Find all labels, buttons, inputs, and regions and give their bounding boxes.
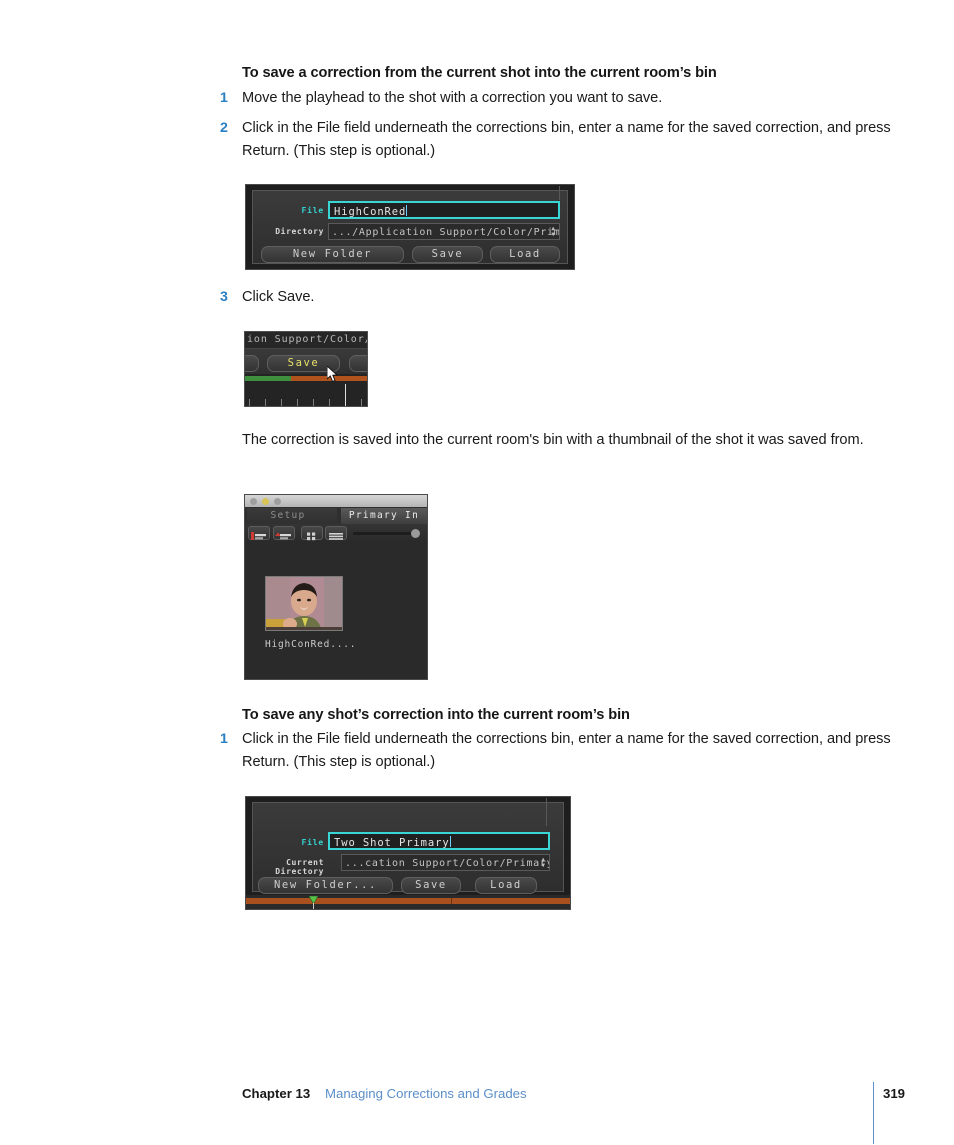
step-item: 2 Click in the File field underneath the… <box>220 117 910 163</box>
tab-primary-in[interactable]: Primary In <box>341 508 427 524</box>
zoom-slider-knob[interactable] <box>411 529 420 538</box>
tab-bar: Setup Primary In <box>245 507 427 525</box>
step-text: Click in the File field underneath the c… <box>242 120 891 159</box>
step-text: Move the playhead to the shot with a cor… <box>242 90 663 106</box>
bin-toolbar <box>245 524 427 543</box>
add-grade-icon[interactable] <box>273 526 295 540</box>
list-view-icon[interactable] <box>325 526 347 540</box>
figure-save-dialog-2: File Two Shot Primary Current Directory … <box>245 796 571 910</box>
file-label-2: File <box>301 838 324 847</box>
step-item: 1 Click in the File field underneath the… <box>220 728 910 774</box>
add-correction-icon[interactable] <box>248 526 270 540</box>
timeline-bar-green <box>245 376 292 381</box>
figure-corrections-bin: Setup Primary In HighConRed.... <box>244 494 428 680</box>
bin-content-area[interactable]: HighConRed.... <box>245 542 427 679</box>
thumbnail-label: HighConRed.... <box>265 639 357 650</box>
load-button-2[interactable]: Load <box>475 877 537 894</box>
figure-save-dialog: File HighConRed Directory .../Applicatio… <box>245 184 575 270</box>
zoom-slider[interactable] <box>353 529 420 538</box>
panel-divider <box>559 186 560 200</box>
zoom-button-icon[interactable] <box>274 498 281 505</box>
new-folder-button[interactable]: New Folder <box>261 246 404 263</box>
timeline-bar-2 <box>246 898 570 904</box>
text-caret-2 <box>449 836 451 847</box>
footer-chapter-title: Managing Corrections and Grades <box>325 1086 527 1101</box>
new-folder-button-2[interactable]: New Folder... <box>258 877 393 894</box>
timeline-divider <box>451 898 452 904</box>
step-item: 3 Click Save. <box>220 286 910 309</box>
body-paragraph: The correction is saved into the current… <box>242 432 864 448</box>
page-footer: Chapter 13 Managing Corrections and Grad… <box>242 1082 910 1144</box>
grid-view-icon[interactable] <box>301 526 323 541</box>
load-button[interactable]: Load <box>490 246 560 263</box>
step-number: 1 <box>220 90 228 106</box>
arrow-cursor-icon <box>327 366 339 382</box>
file-input-value: HighConRed <box>334 206 407 218</box>
directory-value: .../Application Support/Color/Primary/ <box>332 227 560 238</box>
step-text: Click Save. <box>242 289 315 305</box>
partial-button-left[interactable] <box>245 355 259 372</box>
footer-page-number: 319 <box>883 1086 906 1101</box>
path-fragment-text: ion Support/Color/ <box>245 332 367 349</box>
current-directory-stepper-icon[interactable]: ▲ ▼ <box>540 857 547 869</box>
partial-button-right[interactable] <box>349 355 367 372</box>
window-titlebar <box>245 495 427 507</box>
close-button-icon[interactable] <box>250 498 257 505</box>
step-number: 2 <box>220 120 228 136</box>
step-text: Click in the File field underneath the c… <box>242 731 891 770</box>
directory-label: Directory <box>275 227 324 236</box>
section-heading-2: To save any shot’s correction into the c… <box>242 707 630 723</box>
current-directory-value: ...cation Support/Color/Primary/ <box>345 858 550 869</box>
minimize-button-icon[interactable] <box>262 498 269 505</box>
step-item: 1 Move the playhead to the shot with a c… <box>220 87 910 110</box>
text-caret <box>406 205 408 216</box>
timeline-2[interactable] <box>246 895 570 909</box>
file-input[interactable]: HighConRed <box>328 201 560 219</box>
step-number: 1 <box>220 731 228 747</box>
directory-stepper-icon[interactable]: ▲ ▼ <box>550 226 557 238</box>
tab-setup[interactable]: Setup <box>247 508 337 524</box>
panel-divider-2 <box>546 798 547 826</box>
figure-save-closeup: ion Support/Color/ Save <box>244 331 368 407</box>
step-number: 3 <box>220 289 228 305</box>
footer-chapter-label: Chapter 13 <box>242 1086 311 1101</box>
timeline-ticks <box>245 384 367 406</box>
document-page: To save a correction from the current sh… <box>0 0 954 1145</box>
current-directory-input[interactable]: ...cation Support/Color/Primary/ ▲ ▼ <box>341 854 550 871</box>
file-input-value-2: Two Shot Primary <box>334 837 450 849</box>
footer-divider <box>873 1082 874 1144</box>
correction-thumbnail[interactable] <box>265 576 343 631</box>
save-button-2[interactable]: Save <box>401 877 461 894</box>
playhead-line <box>313 903 314 909</box>
current-directory-label: Current Directory <box>275 858 324 876</box>
directory-input[interactable]: .../Application Support/Color/Primary/ ▲… <box>328 223 560 240</box>
section-heading-1: To save a correction from the current sh… <box>242 65 717 81</box>
file-input-2[interactable]: Two Shot Primary <box>328 832 550 850</box>
save-button[interactable]: Save <box>412 246 483 263</box>
timeline[interactable] <box>245 374 367 406</box>
file-label: File <box>301 206 324 215</box>
